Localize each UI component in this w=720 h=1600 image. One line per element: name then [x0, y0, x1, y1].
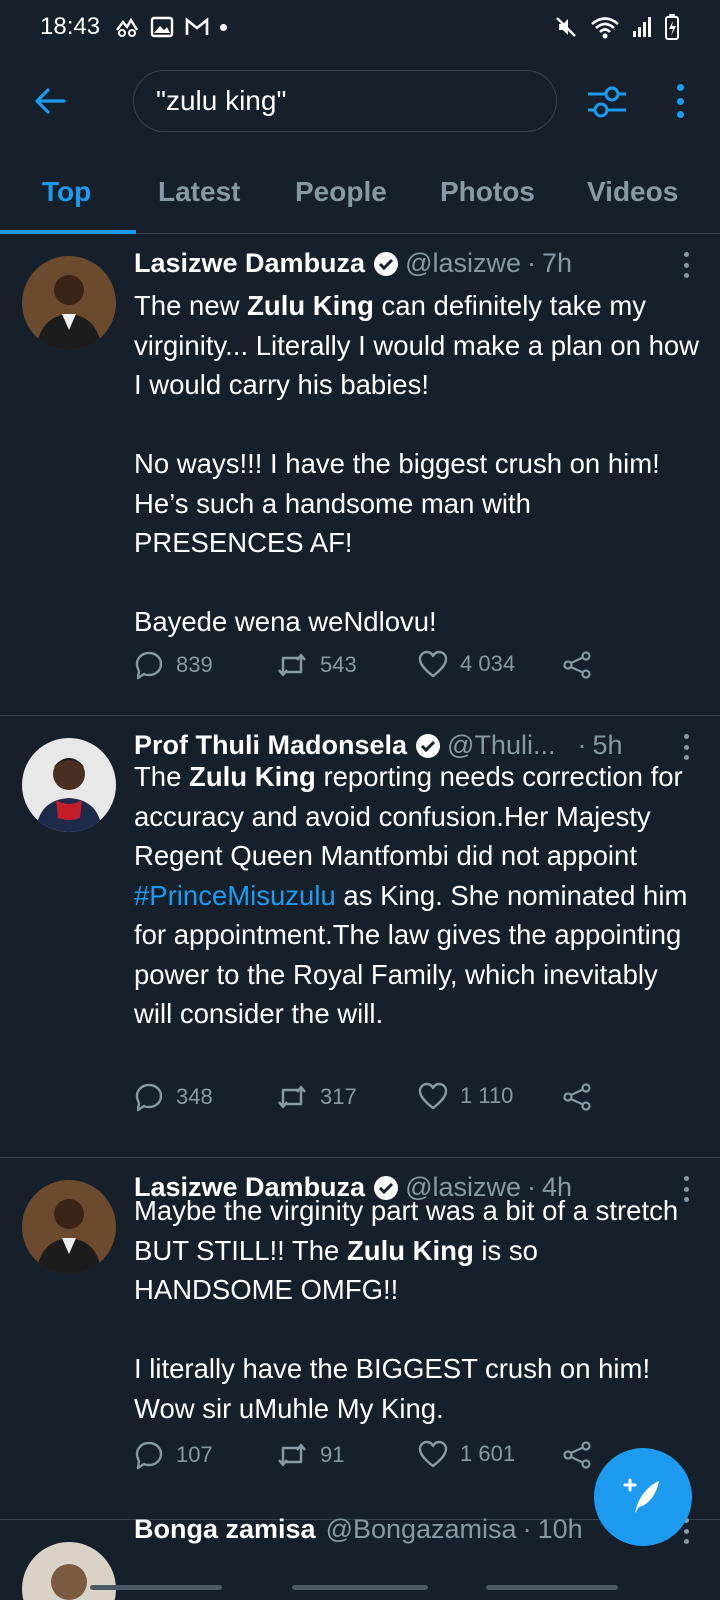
reply-count: 839 — [176, 652, 213, 677]
tweet-actions: 107 91 1 601 — [134, 1440, 654, 1480]
signal-icon — [632, 15, 652, 39]
wifi-icon — [590, 15, 620, 39]
tab-photos[interactable]: Photos — [440, 176, 535, 208]
like-count: 1 601 — [460, 1441, 516, 1466]
share-icon — [563, 651, 591, 679]
overflow-menu-button[interactable] — [668, 80, 692, 122]
tweet-text: Maybe the virginity part was a bit of a … — [134, 1195, 679, 1424]
search-query: "zulu king" — [156, 85, 287, 116]
retweet-icon — [278, 1443, 306, 1467]
avatar-photo — [22, 256, 116, 350]
more-notifications-icon — [220, 23, 228, 31]
author-handle[interactable]: @Bongazamisa — [326, 1514, 517, 1545]
like-icon — [418, 650, 448, 678]
compose-icon — [623, 1478, 659, 1513]
reply-count: 107 — [176, 1442, 213, 1467]
retweet-count: 91 — [320, 1442, 345, 1467]
tweet-time: 7h — [542, 248, 573, 278]
reply-icon — [135, 651, 163, 680]
tab-people[interactable]: People — [295, 176, 387, 208]
author-name[interactable]: Lasizwe Dambuza — [134, 248, 365, 279]
author-name[interactable]: Bonga zamisa — [134, 1514, 316, 1545]
tweet-header: Bonga zamisa @Bongazamisa · 10h — [134, 1514, 583, 1545]
like-button[interactable]: 1 110 — [418, 1082, 513, 1110]
like-count: 4 034 — [460, 651, 516, 676]
mute-icon — [554, 15, 578, 39]
retweet-button[interactable]: 543 — [276, 650, 357, 680]
whatsapp-icon — [114, 16, 140, 38]
tab-videos[interactable]: Videos — [587, 176, 678, 208]
tweet-card[interactable]: Lasizwe Dambuza @lasizwe · 7h The new Zu… — [0, 234, 720, 716]
search-filter-button[interactable] — [586, 82, 628, 122]
nav-gesture-left[interactable] — [90, 1585, 222, 1590]
tweet-card[interactable]: Prof Thuli Madonsela @Thuli... · 5h The … — [0, 716, 720, 1158]
more-icon — [676, 84, 684, 91]
filter-icon — [588, 86, 626, 118]
tweet-actions: 348 317 1 110 — [134, 1082, 654, 1122]
tweet-text: The Zulu King reporting needs correction… — [134, 761, 688, 1029]
notification-icons — [114, 16, 228, 38]
tweet-header: Lasizwe Dambuza @lasizwe · 7h — [134, 248, 572, 279]
retweet-count: 543 — [320, 652, 357, 677]
like-button[interactable]: 1 601 — [418, 1440, 515, 1468]
back-button[interactable] — [30, 81, 70, 121]
reply-count: 348 — [176, 1084, 213, 1109]
gallery-icon — [150, 16, 174, 38]
reply-button[interactable]: 348 — [134, 1082, 213, 1112]
nav-gesture-right[interactable] — [486, 1585, 618, 1590]
verified-icon — [416, 733, 441, 758]
avatar[interactable] — [22, 738, 116, 832]
tab-top[interactable]: Top — [42, 176, 91, 208]
status-time: 18:43 — [40, 13, 101, 40]
battery-icon — [664, 13, 680, 41]
retweet-icon — [278, 653, 306, 677]
compose-tweet-button[interactable] — [594, 1448, 692, 1546]
retweet-button[interactable]: 91 — [276, 1440, 344, 1470]
separator: · — [522, 1514, 532, 1544]
search-header: "zulu king" — [0, 66, 720, 136]
share-button[interactable] — [562, 650, 592, 680]
reply-button[interactable]: 107 — [134, 1440, 213, 1470]
share-icon — [563, 1441, 591, 1469]
search-tabs: Top Latest People Photos Videos — [0, 160, 720, 234]
tweet-text: The new Zulu King can definitely take my… — [134, 290, 700, 637]
avatar-photo — [22, 1542, 116, 1600]
like-button[interactable]: 4 034 — [418, 650, 515, 678]
nav-gesture-home[interactable] — [292, 1585, 428, 1590]
retweet-icon — [278, 1085, 306, 1109]
tab-latest[interactable]: Latest — [158, 176, 240, 208]
retweet-count: 317 — [320, 1084, 357, 1109]
back-arrow-icon — [35, 88, 66, 114]
avatar[interactable] — [22, 256, 116, 350]
search-input[interactable]: "zulu king" — [133, 70, 557, 132]
like-icon — [418, 1082, 448, 1110]
tweet-time: 10h — [537, 1514, 583, 1544]
retweet-button[interactable]: 317 — [276, 1082, 357, 1112]
like-count: 1 110 — [460, 1083, 514, 1108]
share-button[interactable] — [562, 1082, 592, 1112]
avatar-photo — [22, 1180, 116, 1274]
like-icon — [418, 1440, 448, 1468]
author-handle[interactable]: @lasizwe — [405, 248, 521, 279]
tweet-actions: 839 543 4 034 — [134, 650, 654, 690]
reply-icon — [135, 1083, 163, 1112]
share-button[interactable] — [562, 1440, 592, 1470]
separator: · — [527, 248, 537, 278]
share-icon — [563, 1083, 591, 1111]
tweet-menu-button[interactable] — [680, 252, 692, 278]
status-bar: 18:43 — [0, 0, 720, 54]
avatar-photo — [22, 738, 116, 832]
avatar[interactable] — [22, 1180, 116, 1274]
reply-button[interactable]: 839 — [134, 650, 213, 680]
avatar[interactable] — [22, 1542, 116, 1600]
system-icons — [554, 13, 680, 41]
gmail-icon — [184, 17, 210, 37]
verified-icon — [374, 251, 399, 276]
reply-icon — [135, 1441, 163, 1470]
